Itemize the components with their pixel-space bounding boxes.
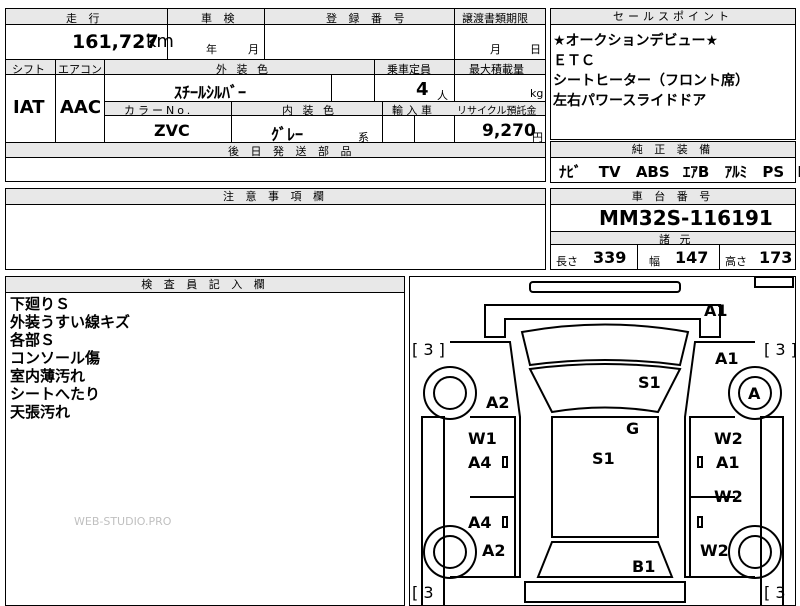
length-label: 長さ: [556, 255, 578, 268]
aircon-label: エアコン: [58, 63, 102, 76]
damage-mark: S1: [638, 373, 661, 392]
equipment-item: ｴｱB: [682, 163, 710, 181]
later-parts-label: 後 日 発 送 部 品: [228, 145, 356, 158]
damage-mark: A4: [468, 513, 492, 532]
damage-mark: W1: [468, 429, 497, 448]
inspection-year-unit: 年: [206, 43, 217, 56]
equipment-item: ｱﾙﾐ: [724, 163, 748, 181]
inspector-note: 下廻りＳ: [10, 295, 71, 313]
shift-value: IAT: [13, 97, 45, 118]
specs-label: 諸 元: [659, 233, 694, 246]
watermark: WEB-STUDIO.PRO: [74, 515, 172, 528]
capacity-value: 4: [416, 79, 429, 100]
inspection-label: 車 検: [201, 12, 239, 25]
damage-mark: A1: [704, 301, 728, 320]
equipment-panel: 純 正 装 備 ﾅﾋﾞ TV ABS ｴｱB ｱﾙﾐ PS PW: [550, 141, 800, 183]
registration-label: 登 録 番 号: [326, 12, 409, 25]
equipment-item: TV: [598, 163, 621, 181]
equipment-item: ABS: [635, 163, 670, 181]
sales-points-header: セールスポイント: [551, 9, 795, 25]
tire-tread-rear-left: [ 3: [412, 583, 434, 602]
damage-mark: A1: [716, 453, 740, 472]
inspector-note: 外装うすい線キズ: [10, 313, 131, 331]
max-load-label: 最大積載量: [469, 63, 524, 76]
sales-point-item: ★オークションデビュー★: [553, 33, 719, 49]
sales-points-panel: セールスポイント ★オークションデビュー★ ＥＴＣ シートヒーター（フロント席）…: [550, 8, 796, 140]
notes-panel: 注 意 事 項 欄: [5, 188, 546, 270]
equipment-header: 純 正 装 備: [551, 142, 795, 158]
shift-label: シフト: [12, 63, 45, 76]
damage-mark: A: [748, 384, 761, 403]
damage-mark: W2: [714, 429, 743, 448]
tire-tread-front-left: [ 3 ]: [412, 340, 445, 359]
inspector-note: シートへたり: [10, 385, 101, 403]
color-no-label: カラーNo.: [124, 104, 194, 117]
capacity-label: 乗車定員: [387, 63, 431, 76]
notes-header: 注 意 事 項 欄: [6, 189, 545, 205]
inspection-month-unit: 月: [248, 43, 259, 56]
sales-point-item: ＥＴＣ: [553, 53, 595, 69]
inspector-panel: 検 査 員 記 入 欄 下廻りＳ 外装うすい線キズ 各部Ｓ コンソール傷 室内薄…: [5, 276, 405, 606]
inspector-note: 天張汚れ: [10, 403, 71, 421]
import-label: 輸 入 車: [392, 104, 432, 117]
damage-mark: A2: [486, 393, 510, 412]
transfer-deadline-label: 譲渡書類期限: [462, 12, 528, 25]
car-damage-diagram: [ 3 ] [ 3 ] [ 3 [ 3 A1 A1 S1 A A2 G W1 A…: [409, 276, 797, 606]
inspector-note: 室内薄汚れ: [10, 367, 86, 385]
equipment-item: PS: [762, 163, 785, 181]
damage-mark: W2: [700, 541, 729, 560]
vehicle-info-table: 走 行 車 検 登 録 番 号 譲渡書類期限 161,727 km 年 月 月 …: [5, 8, 546, 182]
color-no-value: ZVC: [154, 121, 190, 140]
equipment-item: ﾅﾋﾞ: [559, 163, 582, 181]
transfer-day-unit: 日: [530, 43, 541, 56]
sales-point-item: シートヒーター（フロント席）: [553, 73, 749, 89]
height-label: 高さ: [725, 255, 747, 268]
inspector-note: コンソール傷: [10, 349, 101, 367]
height-value: 173: [759, 248, 793, 267]
damage-mark: A1: [715, 349, 739, 368]
chassis-number: MM32S-116191: [599, 206, 773, 230]
length-value: 339: [593, 248, 627, 267]
width-label: 幅: [649, 255, 660, 268]
damage-mark: A2: [482, 541, 506, 560]
exterior-color-value: ｽﾁｰﾙｼﾙﾊﾞｰ: [174, 83, 247, 102]
inspector-note: 各部Ｓ: [10, 331, 56, 349]
width-value: 147: [675, 248, 709, 267]
damage-mark: S1: [592, 449, 615, 468]
recycle-label: リサイクル預託金: [457, 106, 537, 117]
inspector-header: 検 査 員 記 入 欄: [6, 277, 404, 293]
interior-color-label: 内 装 色: [282, 104, 337, 117]
chassis-panel: 車 台 番 号 MM32S-116191 諸 元 長さ 339 幅 147 高さ…: [550, 188, 796, 270]
transfer-month-unit: 月: [490, 43, 501, 56]
exterior-color-label: 外 装 色: [216, 63, 271, 76]
tire-tread-rear-right: [ 3: [764, 583, 786, 602]
sales-point-item: 左右パワースライドドア: [553, 93, 707, 109]
chassis-header: 車 台 番 号: [551, 189, 795, 205]
damage-mark: A4: [468, 453, 492, 472]
mileage-label: 走 行: [66, 12, 104, 25]
aircon-value: AAC: [60, 97, 102, 118]
damage-mark: G: [626, 419, 640, 438]
max-load-unit: kg: [530, 87, 544, 100]
mileage-unit: km: [146, 31, 174, 52]
damage-mark: B1: [632, 557, 656, 576]
damage-mark: W2: [714, 487, 743, 506]
recycle-fee-value: 9,270: [482, 121, 536, 141]
tire-tread-front-right: [ 3 ]: [764, 340, 797, 359]
